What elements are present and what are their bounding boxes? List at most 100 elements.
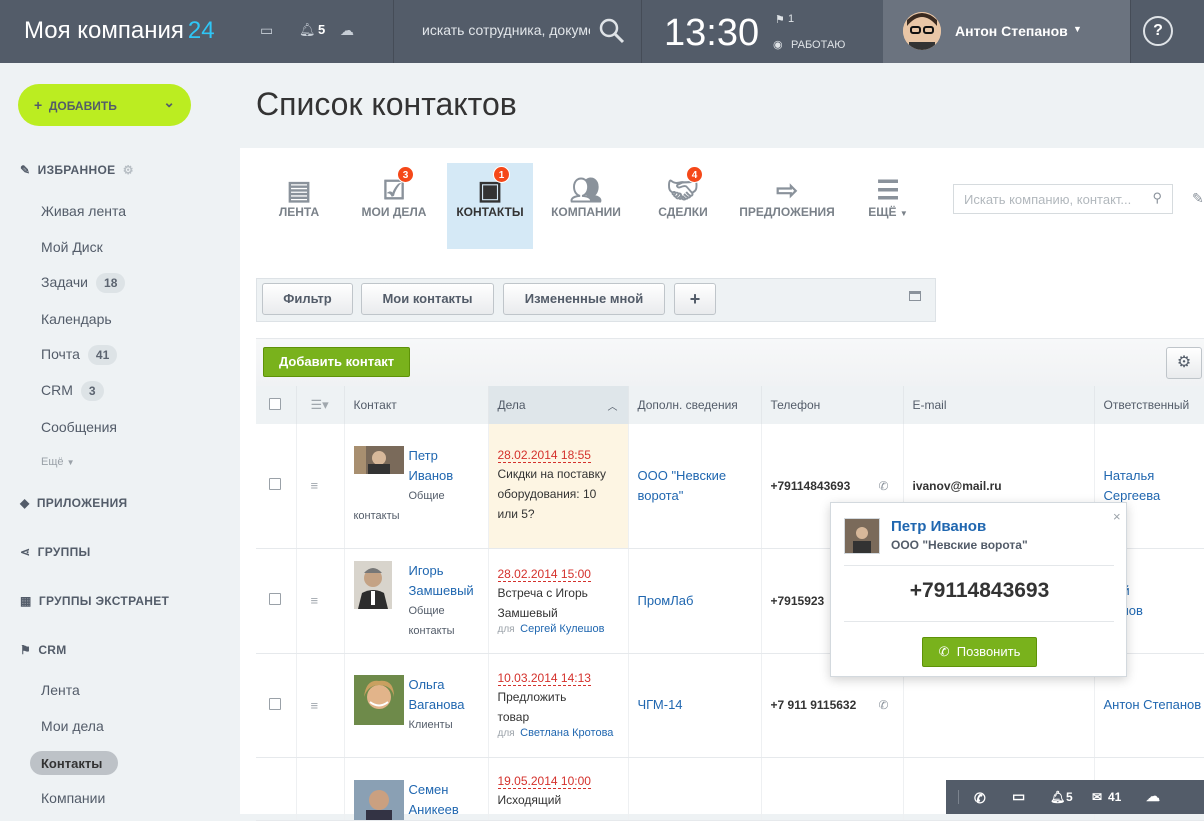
sidebar-item-tasks[interactable]: Задачи 18	[41, 273, 126, 293]
activity-text[interactable]: Предложить товар	[498, 685, 578, 727]
tab-label: ПРЕДЛОЖЕНИЯ	[739, 205, 835, 219]
gear-icon: ⚙	[1176, 354, 1192, 371]
add-contact-button[interactable]: Добавить контакт	[263, 347, 411, 377]
sidebar-item-contacts[interactable]: Контакты	[30, 751, 118, 775]
column-header-phone[interactable]: Телефон	[761, 386, 904, 424]
sidebar-item-mail[interactable]: Почта 41	[41, 345, 118, 365]
pin-icon[interactable]: ✎	[1192, 190, 1204, 207]
company-link[interactable]: ЧГМ-14	[638, 695, 761, 715]
mail-count[interactable]: 41	[1108, 790, 1121, 804]
flag-icon[interactable]: ⚑	[775, 13, 785, 26]
row-checkbox[interactable]	[269, 697, 281, 710]
add-filter-button[interactable]: +	[674, 283, 716, 315]
sidebar-section-apps[interactable]: ◆ ПРИЛОЖЕНИЯ	[20, 496, 127, 510]
user-menu[interactable]: Антон Степанов ▼	[883, 0, 1130, 63]
columns-menu-icon[interactable]: ☰▾	[311, 397, 329, 412]
contact-type: контакты	[353, 509, 400, 522]
clock[interactable]: 13:30	[664, 12, 759, 55]
responsible-link[interactable]: Наталья	[1104, 466, 1204, 486]
phone-number[interactable]: +7 911 9115632	[771, 698, 857, 712]
company-link[interactable]: ООО "Невские ворота"	[638, 466, 748, 506]
sidebar-item-calendar[interactable]: Календарь	[41, 311, 112, 327]
sidebar-item-companies[interactable]: Компании	[41, 790, 105, 806]
filter-button[interactable]: Фильтр	[262, 283, 353, 315]
search-icon[interactable]: ⚲	[1152, 190, 1162, 206]
search-icon[interactable]	[599, 18, 625, 44]
activity-text[interactable]: Сикдки на поставку оборудования: 10 или …	[498, 462, 608, 524]
notifications-count[interactable]: 5	[1066, 790, 1073, 804]
people-icon: 👥︎	[569, 175, 603, 205]
bell-icon[interactable]: 🔔︎	[1050, 790, 1065, 804]
sidebar-item-messages[interactable]: Сообщения	[41, 419, 117, 435]
responsible-link[interactable]: Антон Степанов	[1104, 695, 1204, 715]
row-menu-icon[interactable]: ≡	[311, 698, 319, 713]
column-header-responsible[interactable]: Ответственный	[1094, 386, 1204, 424]
settings-button[interactable]: ⚙	[1166, 347, 1202, 379]
select-all-checkbox[interactable]	[269, 397, 281, 410]
chat-icon[interactable]: ▭	[260, 22, 273, 39]
row-checkbox[interactable]	[269, 478, 281, 491]
row-menu-icon[interactable]: ≡	[311, 478, 319, 493]
activity-date[interactable]: 10.03.2014 14:13	[497, 671, 591, 686]
phone-icon[interactable]: ✆	[878, 698, 888, 712]
sidebar-section-extranet[interactable]: ▦ ГРУППЫ ЭКСТРАНЕТ	[20, 594, 169, 608]
changed-by-me-button[interactable]: Измененные мной	[503, 283, 665, 315]
activity-date[interactable]: 19.05.2014 10:00	[497, 773, 591, 789]
activity-text[interactable]: Исходящий	[498, 788, 628, 810]
company-logo[interactable]: Моя компания 24	[24, 17, 215, 45]
user-name[interactable]: Антон Степанов	[955, 23, 1068, 39]
column-header-extra[interactable]: Дополн. сведения	[628, 386, 762, 424]
add-button[interactable]: + ДОБАВИТЬ ⌄	[18, 84, 191, 126]
row-checkbox[interactable]	[269, 593, 281, 605]
activity-cell: 10.03.2014 14:13 Предложить товар для Свет…	[488, 653, 629, 758]
assignee-link[interactable]: Сергей Кулешов	[520, 623, 604, 635]
phone-icon[interactable]: ✆	[974, 790, 986, 807]
sidebar-item-feed[interactable]: Живая лента	[41, 203, 126, 219]
assignee-link[interactable]: Светлана Кротова	[520, 727, 613, 739]
tab-deals[interactable]: 🤝︎ СДЕЛКИ 4	[648, 163, 718, 249]
work-status[interactable]: РАБОТАЮ	[791, 39, 845, 51]
company-link[interactable]: ПромЛаб	[638, 591, 761, 611]
gear-icon[interactable]: ⚙	[123, 163, 134, 177]
chat-icon[interactable]: ▭	[1012, 788, 1025, 805]
global-search-input[interactable]: искать сотрудника, документ...	[422, 22, 590, 38]
chevron-down-icon[interactable]: ▼	[1073, 24, 1082, 34]
notifications-count[interactable]: 5	[318, 22, 325, 37]
column-header-contact[interactable]: Контакт	[344, 386, 489, 424]
phone-number[interactable]: +79114843693	[771, 479, 851, 493]
tab-more[interactable]: ☰ ЕЩЁ ▼	[866, 163, 910, 249]
activity-date[interactable]: 28.02.2014 18:55	[497, 447, 591, 463]
tab-contacts[interactable]: ▣ КОНТАКТЫ 1	[447, 163, 533, 249]
sidebar-section-crm[interactable]: ⚑ CRM	[20, 643, 67, 657]
crm-search-input[interactable]: Искать компанию, контакт... ⚲	[953, 184, 1173, 214]
tab-companies[interactable]: 👥︎ КОМПАНИИ	[545, 163, 627, 249]
sidebar-item-crm-activities[interactable]: Мои дела	[41, 718, 104, 734]
sidebar-section-groups[interactable]: ⋖ ГРУППЫ	[20, 545, 91, 559]
activity-date[interactable]: 28.02.2014 15:00	[497, 566, 591, 582]
column-header-activities[interactable]: Дела ︿	[488, 386, 629, 424]
call-button[interactable]: ✆ Позвонить	[922, 637, 1037, 667]
sidebar-item-crm[interactable]: CRM 3	[41, 381, 104, 401]
sidebar-section-favorites[interactable]: ✎ ИЗБРАННОЕ ⚙	[20, 163, 134, 177]
email-address[interactable]: ivanov@mail.ru	[913, 479, 1002, 493]
cloud-icon[interactable]: ☁	[1146, 788, 1160, 805]
tab-feed[interactable]: ▤ ЛЕНТА	[267, 163, 331, 249]
cloud-icon[interactable]: ☁	[340, 22, 354, 39]
column-header-email[interactable]: E-mail	[903, 386, 1095, 424]
mail-icon[interactable]: ✉	[1092, 790, 1102, 804]
popup-contact-name[interactable]: Петр Иванов	[891, 518, 986, 535]
sidebar-item-crm-feed[interactable]: Лента	[41, 682, 80, 698]
activity-text[interactable]: Встреча с Игорь Замшевый	[498, 581, 598, 623]
phone-number[interactable]: +7915923	[771, 594, 825, 608]
phone-icon[interactable]: ✆	[878, 479, 888, 493]
tab-activities[interactable]: ☑ МОИ ДЕЛА 3	[352, 163, 436, 249]
close-icon[interactable]: ×	[1113, 509, 1121, 524]
tab-quotes[interactable]: ⇨ ПРЕДЛОЖЕНИЯ	[735, 163, 839, 249]
row-menu-icon[interactable]: ≡	[311, 593, 319, 608]
help-button[interactable]: ?	[1143, 16, 1173, 46]
bell-icon[interactable]: 🔔︎	[299, 22, 316, 38]
sidebar-more[interactable]: Ещё ▼	[41, 456, 75, 468]
sidebar-item-disk[interactable]: Мой Диск	[41, 239, 103, 255]
collapse-icon[interactable]	[909, 291, 921, 301]
my-contacts-button[interactable]: Мои контакты	[361, 283, 494, 315]
